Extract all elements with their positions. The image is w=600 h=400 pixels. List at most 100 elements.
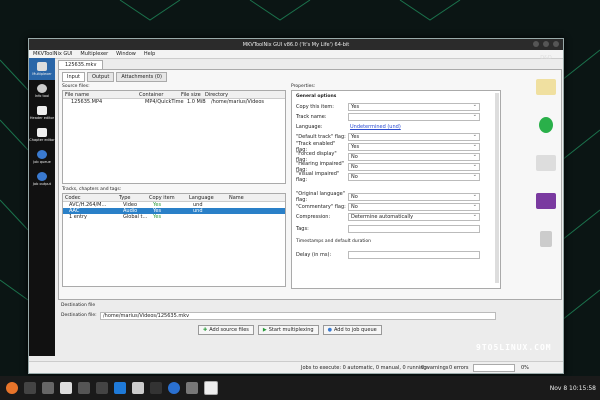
desktop-icons: D&D	[522, 55, 570, 269]
cell-codec: 1 entry	[69, 214, 87, 220]
document-icon[interactable]	[60, 382, 72, 394]
menu-window[interactable]: Window	[116, 51, 136, 57]
folder-icon[interactable]	[536, 79, 556, 95]
tracks-list[interactable]: Codec Type Copy item Language Name AVC/H…	[62, 193, 286, 287]
prop-label: "Original language" flag:	[296, 190, 346, 203]
sidebar-label: Job queue	[33, 160, 51, 164]
original-language-select[interactable]: No	[348, 192, 480, 201]
source-files-list[interactable]: File name Container File size Directory …	[62, 90, 286, 184]
properties-scrollbar[interactable]	[495, 93, 499, 283]
hand-icon[interactable]	[540, 231, 552, 247]
destination-input[interactable]: /home/marius/Videos/125635.mkv	[100, 312, 496, 320]
col-name[interactable]: Name	[227, 195, 269, 201]
job-output-icon	[37, 172, 47, 181]
minimize-button[interactable]	[533, 41, 539, 47]
prop-hearing-impaired: "Hearing impaired" flag: No	[296, 161, 492, 173]
close-button[interactable]	[553, 41, 559, 47]
visual-impaired-select[interactable]: No	[348, 172, 480, 181]
tags-input[interactable]	[348, 224, 480, 233]
prop-track-enabled: "Track enabled" flag: Yes	[296, 141, 492, 153]
button-label: Add source files	[209, 327, 249, 333]
properties-label: Properties:	[291, 84, 316, 89]
col-directory[interactable]: Directory	[203, 92, 265, 98]
app-icon[interactable]	[78, 382, 90, 394]
prop-visual-impaired: "Visual impaired" flag: No	[296, 171, 492, 183]
browser-icon[interactable]	[168, 382, 180, 394]
clock[interactable]: Nov 8 10:15:58	[550, 385, 596, 392]
folder-open-icon[interactable]	[536, 155, 556, 171]
warnings-count[interactable]: 0 warnings	[421, 365, 448, 371]
prop-label: "Commentary" flag:	[296, 203, 346, 210]
properties-panel: General options Copy this item: Yes Track…	[291, 90, 501, 289]
cell-language: und	[193, 208, 203, 214]
maximize-button[interactable]	[543, 41, 549, 47]
app-icon[interactable]	[42, 382, 54, 394]
col-type[interactable]: Type	[117, 195, 147, 201]
prop-label: Language:	[296, 123, 323, 130]
steam-icon[interactable]	[150, 382, 162, 394]
col-file-size[interactable]: File size	[179, 92, 203, 98]
prop-commentary: "Commentary" flag: No	[296, 202, 492, 211]
menu-help[interactable]: Help	[144, 51, 155, 57]
table-row[interactable]: 1 entry Global t... Yes	[63, 214, 285, 220]
menu-multiplexer[interactable]: Multiplexer	[80, 51, 108, 57]
prop-label: Tags:	[296, 225, 309, 232]
col-file-name[interactable]: File name	[63, 92, 137, 98]
sidebar-item-header-editor[interactable]: Header editor	[29, 102, 55, 124]
sidebar-item-chapter-editor[interactable]: Chapter editor	[29, 124, 55, 146]
button-label: Add to job queue	[333, 327, 377, 333]
prop-label: Track name:	[296, 113, 327, 120]
add-source-files-button[interactable]: ✚ Add source files	[198, 325, 254, 335]
firefox-icon[interactable]	[6, 382, 18, 394]
commentary-select[interactable]: No	[348, 202, 480, 211]
general-options-group[interactable]: General options	[296, 94, 336, 99]
cell-file-name: 125635.MP4	[71, 99, 103, 105]
destination-group-label: Destination file	[61, 303, 96, 308]
sidebar-item-job-output[interactable]: Job output	[29, 168, 55, 190]
col-language[interactable]: Language	[187, 195, 227, 201]
app-icon[interactable]	[132, 382, 144, 394]
watermark: 9TO5LINUX.COM	[476, 343, 552, 352]
col-container[interactable]: Container	[137, 92, 179, 98]
tab-output[interactable]: Output	[86, 72, 115, 82]
delay-input[interactable]	[348, 250, 480, 259]
language-link[interactable]: Undetermined (und)	[348, 124, 478, 130]
errors-count[interactable]: 0 errors	[449, 365, 468, 371]
track-name-input[interactable]	[348, 112, 480, 121]
col-copy-item[interactable]: Copy item	[147, 195, 187, 201]
add-icon[interactable]	[539, 117, 553, 133]
destination-label: Destination file:	[61, 313, 97, 318]
prop-language: Language: Undetermined (und)	[296, 123, 492, 130]
forced-display-select[interactable]: No	[348, 152, 480, 161]
menu-mkvtoolnix[interactable]: MKVToolNix GUI	[33, 51, 72, 57]
col-codec[interactable]: Codec	[63, 195, 117, 201]
screenshot-icon[interactable]	[96, 382, 108, 394]
image-icon[interactable]	[536, 193, 556, 209]
prop-label: Copy this item:	[296, 103, 334, 110]
add-to-job-queue-button[interactable]: ● Add to job queue	[322, 325, 382, 335]
window-title: MKVToolNix GUI v86.0 ('It's My Life') 64…	[242, 41, 350, 48]
mkvtoolnix-icon[interactable]	[204, 381, 218, 395]
timestamps-group[interactable]: Timestamps and default duration	[296, 239, 371, 244]
dnd-label: D&D	[540, 55, 552, 61]
tab-attachments[interactable]: Attachments (0)	[116, 72, 167, 82]
copy-item-select[interactable]: Yes	[348, 102, 480, 111]
file-tab[interactable]: 125635.mkv	[58, 60, 104, 69]
sidebar-item-multiplexer[interactable]: Multiplexer	[29, 58, 55, 80]
monitor-icon[interactable]	[114, 382, 126, 394]
default-track-select[interactable]: Yes	[348, 132, 480, 141]
sidebar-item-info-tool[interactable]: Info tool	[29, 80, 55, 102]
hearing-impaired-select[interactable]: No	[348, 162, 480, 171]
table-row[interactable]: 125635.MP4 MP4/QuickTime 1.0 MiB /home/m…	[63, 99, 285, 105]
sidebar-item-job-queue[interactable]: Job queue	[29, 146, 55, 168]
tab-input[interactable]: Input	[62, 72, 85, 82]
cat-icon[interactable]	[24, 382, 36, 394]
tool-sidebar: Multiplexer Info tool Header editor Chap…	[29, 58, 55, 356]
track-enabled-select[interactable]: Yes	[348, 142, 480, 151]
start-multiplexing-button[interactable]: ▶ Start multiplexing	[257, 325, 319, 335]
prop-label: "Default track" flag:	[296, 133, 346, 140]
app-icon[interactable]	[186, 382, 198, 394]
compression-select[interactable]: Determine automatically	[348, 212, 480, 221]
status-bar: Jobs to execute: 0 automatic, 0 manual, …	[29, 361, 563, 373]
prop-default-track: "Default track" flag: Yes	[296, 132, 492, 141]
